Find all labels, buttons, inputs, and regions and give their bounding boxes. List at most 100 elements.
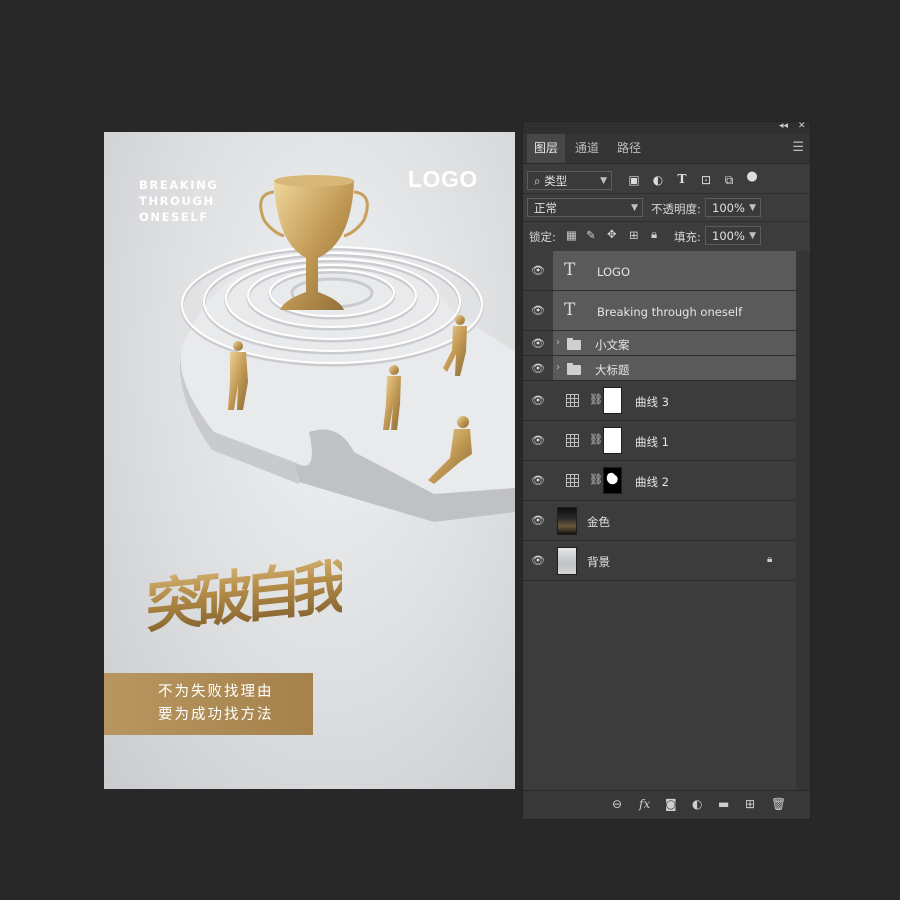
layer-body[interactable]: ⛓︎ 曲线 3 (553, 381, 796, 420)
filter-toggle-icon[interactable]: ● (745, 169, 759, 184)
curves-adjustment-icon (566, 434, 579, 447)
panel-footer: ⊖ fx ◙ ◐ ▬ ⊞ 🗑︎ (523, 790, 810, 819)
lock-transparent-pixels-icon[interactable]: ▦ (566, 228, 577, 242)
layer-body[interactable]: 背景 🔒︎ (553, 541, 796, 580)
chevron-right-icon[interactable]: › (556, 337, 560, 348)
chevron-down-icon: ▼ (600, 176, 607, 186)
lock-icon[interactable]: 🔒︎ (767, 554, 772, 565)
visibility-eye-icon[interactable]: 👁︎ (531, 554, 545, 567)
layer-body[interactable]: › 小文案 (553, 331, 796, 355)
layer-body[interactable]: ⛓︎ 曲线 2 (553, 461, 796, 500)
layer-thumbnail (557, 507, 577, 535)
chevron-right-icon[interactable]: › (556, 362, 560, 373)
shape-filter-icon[interactable]: ⊡ (699, 173, 713, 187)
curves-adjustment-icon (566, 474, 579, 487)
opacity-value: 100% (712, 201, 745, 215)
curves-adjustment-icon (566, 394, 579, 407)
layer-name: 金色 (587, 515, 610, 529)
layer-mask-thumbnail[interactable] (603, 467, 622, 494)
lock-artboard-icon[interactable]: ⊞ (629, 228, 639, 242)
search-icon: ⌕ (534, 174, 541, 188)
layers-panel: ◂◂ ✕ 图层 通道 路径 ☰ ⌕ 类型 ▼ ▣ ◐ T ⊡ ⧉ ● 正常 ▼ … (522, 121, 811, 820)
blend-mode-dropdown[interactable]: 正常 ▼ (527, 198, 643, 217)
panel-tabbar: 图层 通道 路径 ☰ (523, 134, 810, 164)
adjustment-layer-icon[interactable]: ◐ (692, 797, 702, 811)
visibility-eye-icon[interactable]: 👁︎ (531, 514, 545, 527)
delete-layer-icon[interactable]: 🗑︎ (771, 797, 786, 811)
visibility-eye-icon[interactable]: 👁︎ (531, 337, 545, 350)
close-panel-button[interactable]: ✕ (798, 121, 806, 131)
layer-row-gold[interactable]: 👁︎ 金色 (523, 501, 796, 541)
layer-row-curves-1[interactable]: 👁︎ ⛓︎ 曲线 1 (523, 421, 796, 461)
tagline-box: 不为失败找理由 要为成功找方法 (104, 673, 313, 735)
layer-thumbnail (557, 547, 577, 575)
new-layer-icon[interactable]: ⊞ (745, 797, 755, 811)
filter-kind-dropdown[interactable]: ⌕ 类型 ▼ (527, 171, 612, 190)
visibility-eye-icon[interactable]: 👁︎ (531, 362, 545, 375)
opacity-input[interactable]: 100% ▼ (705, 198, 761, 217)
layer-row-logo[interactable]: 👁︎ T LOGO (523, 251, 796, 291)
mask-link-icon[interactable]: ⛓︎ (589, 473, 603, 486)
type-filter-icon[interactable]: T (675, 172, 689, 186)
layer-list-scrollbar[interactable] (796, 251, 810, 793)
mask-shape (606, 472, 618, 485)
divider (523, 193, 810, 194)
lock-position-icon[interactable]: ✥ (607, 227, 617, 241)
poster-canvas: BREAKING THROUGH ONESELF LOGO 突破自我 不为失败找… (104, 132, 515, 789)
layer-name: 曲线 2 (635, 475, 669, 489)
layer-row-curves-2[interactable]: 👁︎ ⛓︎ 曲线 2 (523, 461, 796, 501)
fill-input[interactable]: 100% ▼ (705, 226, 761, 245)
layer-body[interactable]: T Breaking through oneself (553, 291, 796, 330)
lock-all-icon[interactable]: 🔒︎ (651, 227, 657, 242)
english-slogan: BREAKING THROUGH ONESELF (139, 177, 218, 225)
chevron-down-icon: ▼ (631, 203, 638, 213)
layer-name: 背景 (587, 555, 610, 569)
tab-channels[interactable]: 通道 (567, 134, 607, 163)
visibility-eye-icon[interactable]: 👁︎ (531, 474, 545, 487)
mask-link-icon[interactable]: ⛓︎ (589, 433, 603, 446)
link-layers-icon[interactable]: ⊖ (612, 797, 622, 811)
slogan-line: ONESELF (139, 210, 209, 224)
add-mask-icon[interactable]: ◙ (665, 797, 677, 811)
layer-name: 曲线 1 (635, 435, 669, 449)
layer-group-main-title[interactable]: 👁︎ › 大标题 (523, 356, 796, 381)
layer-body[interactable]: T LOGO (553, 251, 796, 290)
visibility-eye-icon[interactable]: 👁︎ (531, 434, 545, 447)
layer-body[interactable]: ⛓︎ 曲线 1 (553, 421, 796, 460)
adjustment-filter-icon[interactable]: ◐ (651, 173, 665, 187)
lock-row: 锁定: ▦ ✎ ✥ ⊞ 🔒︎ 填充: 100% ▼ (523, 224, 810, 248)
tab-layers[interactable]: 图层 (527, 134, 565, 163)
tab-paths[interactable]: 路径 (609, 134, 649, 163)
layer-body[interactable]: 金色 (553, 501, 796, 540)
blend-mode-value: 正常 (534, 201, 557, 215)
text-layer-icon: T (564, 260, 576, 280)
panel-title-bar: ◂◂ ✕ (523, 121, 810, 134)
visibility-eye-icon[interactable]: 👁︎ (531, 304, 545, 317)
layer-mask-thumbnail[interactable] (603, 387, 622, 414)
smart-object-filter-icon[interactable]: ⧉ (722, 173, 736, 188)
layer-mask-thumbnail[interactable] (603, 427, 622, 454)
fx-icon[interactable]: fx (639, 797, 650, 811)
layer-name: 曲线 3 (635, 395, 669, 409)
layer-name: 小文案 (595, 338, 630, 352)
chevron-down-icon: ▼ (749, 203, 756, 213)
layer-body[interactable]: › 大标题 (553, 356, 796, 380)
fill-label: 填充: (674, 230, 701, 244)
hamburger-menu-icon[interactable]: ☰ (792, 140, 804, 155)
lock-image-pixels-icon[interactable]: ✎ (586, 228, 596, 242)
collapse-panel-button[interactable]: ◂◂ (779, 121, 788, 131)
filter-row: ⌕ 类型 ▼ ▣ ◐ T ⊡ ⧉ ● (523, 169, 810, 193)
mask-link-icon[interactable]: ⛓︎ (589, 393, 603, 406)
visibility-eye-icon[interactable]: 👁︎ (531, 394, 545, 407)
blend-row: 正常 ▼ 不透明度: 100% ▼ (523, 196, 810, 220)
tagline-line: 要为成功找方法 (158, 707, 274, 723)
layer-row-breaking-through[interactable]: 👁︎ T Breaking through oneself (523, 291, 796, 331)
tagline-line: 不为失败找理由 (158, 684, 274, 700)
new-group-icon[interactable]: ▬ (718, 797, 729, 811)
layer-row-background[interactable]: 👁︎ 背景 🔒︎ (523, 541, 796, 581)
slogan-line: THROUGH (139, 194, 215, 208)
layer-group-small-copy[interactable]: 👁︎ › 小文案 (523, 331, 796, 356)
visibility-eye-icon[interactable]: 👁︎ (531, 264, 545, 277)
layer-row-curves-3[interactable]: 👁︎ ⛓︎ 曲线 3 (523, 381, 796, 421)
pixel-filter-icon[interactable]: ▣ (627, 173, 641, 187)
